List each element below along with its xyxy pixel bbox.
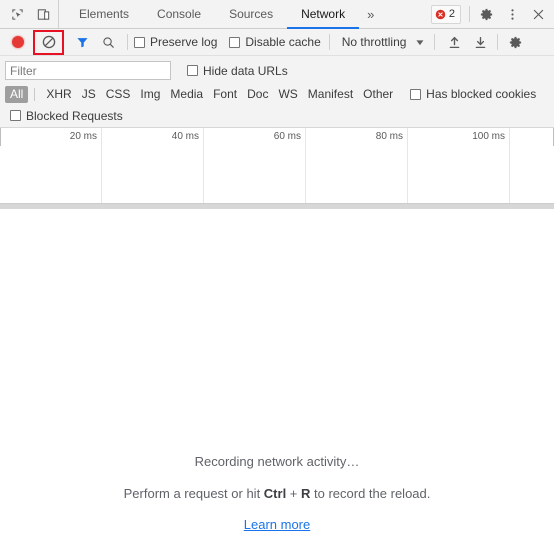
type-filter-xhr[interactable]: XHR (41, 86, 76, 103)
timeline-gridline-20ms (101, 128, 102, 203)
blocked-requests-checkbox[interactable]: Blocked Requests (10, 109, 123, 123)
type-filter-ws[interactable]: WS (273, 86, 302, 103)
import-har-icon[interactable] (441, 30, 467, 54)
type-filter-media[interactable]: Media (165, 86, 208, 103)
more-tabs-label: » (367, 6, 375, 22)
network-requests-panel: Recording network activity… Perform a re… (0, 209, 554, 536)
more-tabs-icon[interactable]: » (359, 0, 382, 28)
tabbar-left-tools (0, 0, 59, 28)
has-blocked-cookies-checkbox[interactable]: Has blocked cookies (410, 87, 536, 101)
clear-no-entry-icon (42, 35, 56, 49)
learn-more-link[interactable]: Learn more (0, 517, 554, 532)
timeline-tick-label-100ms: 100 ms (472, 131, 505, 142)
hint-plus: + (286, 486, 302, 501)
timeline-tick-label-40ms: 40 ms (171, 131, 199, 142)
timeline-gridline-80ms (407, 128, 408, 203)
tab-console-label: Console (157, 7, 202, 21)
type-filter-font[interactable]: Font (208, 86, 242, 103)
error-count-label: 2 (448, 7, 455, 20)
blocked-requests-row: Blocked Requests (5, 105, 549, 127)
hide-data-urls-label: Hide data URLs (203, 63, 288, 78)
timeline-tick-label-80ms: 80 ms (375, 131, 403, 142)
toolbar-divider-3 (434, 34, 436, 50)
export-har-icon[interactable] (467, 30, 493, 54)
devtools-more-menu-icon[interactable] (499, 2, 525, 26)
timeline-gridline-40ms (203, 128, 204, 203)
device-toolbar-icon[interactable] (30, 2, 56, 26)
toolbar-divider-2 (328, 34, 330, 50)
throttling-value: No throttling (341, 35, 407, 49)
search-icon[interactable] (95, 30, 121, 54)
clear-network-log-button[interactable] (33, 29, 65, 55)
blocked-requests-box (10, 110, 21, 121)
timeline-gridlines: 20 ms 40 ms 60 ms 80 ms 100 ms (0, 128, 554, 203)
hint-key-r: R (301, 486, 311, 501)
filter-toggle-icon[interactable] (69, 30, 95, 54)
tabbar-right-tools: 2 (430, 0, 554, 28)
network-timeline-overview[interactable]: 20 ms 40 ms 60 ms 80 ms 100 ms (0, 127, 554, 203)
tab-console[interactable]: Console (143, 0, 215, 28)
toolbar-divider-4 (497, 34, 499, 50)
error-count-badge[interactable]: 2 (430, 4, 461, 24)
disable-cache-box (229, 36, 241, 48)
type-filter-manifest[interactable]: Manifest (303, 86, 358, 103)
devtools-settings-gear-icon[interactable] (473, 2, 499, 26)
network-settings-gear-icon[interactable] (502, 30, 528, 54)
timeline-gridline-100ms (509, 128, 510, 203)
hide-data-urls-box (187, 65, 198, 76)
devtools-window: Elements Console Sources Network » 2 Pre… (0, 0, 554, 536)
disable-cache-checkbox[interactable]: Disable cache (229, 35, 321, 49)
chevron-down-icon: ▼ (414, 37, 427, 47)
devtools-tab-bar: Elements Console Sources Network » 2 (0, 0, 554, 29)
type-filter-js[interactable]: JS (77, 86, 101, 103)
empty-state-message: Recording network activity… Perform a re… (0, 454, 554, 532)
resource-type-filters: All XHR JS CSS Img Media Font Doc WS Man… (5, 83, 549, 105)
timeline-gridline-60ms (305, 128, 306, 203)
blocked-requests-label: Blocked Requests (26, 108, 123, 123)
tab-network-label: Network (301, 7, 346, 21)
record-network-log-button[interactable] (5, 30, 31, 54)
timeline-tick-label-60ms: 60 ms (273, 131, 301, 142)
type-filter-img[interactable]: Img (135, 86, 165, 103)
type-filter-doc[interactable]: Doc (242, 86, 273, 103)
hint-suffix: to record the reload. (310, 486, 431, 501)
network-toolbar: Preserve log Disable cache No throttling… (0, 29, 554, 56)
type-filter-other[interactable]: Other (358, 86, 398, 103)
filter-input[interactable] (5, 61, 171, 80)
preserve-log-label: Preserve log (150, 35, 218, 49)
tab-network[interactable]: Network (287, 0, 360, 29)
toolbar-divider-1 (127, 34, 128, 50)
has-blocked-cookies-label: Has blocked cookies (426, 87, 537, 101)
tab-sources-label: Sources (229, 7, 274, 21)
timeline-tick-label-20ms: 20 ms (69, 131, 97, 142)
tab-elements[interactable]: Elements (65, 0, 143, 28)
type-filter-divider (34, 87, 36, 101)
preserve-log-box (134, 36, 145, 48)
disable-cache-label: Disable cache (245, 35, 321, 49)
devtools-close-icon[interactable] (525, 2, 551, 26)
has-blocked-cookies-box (410, 88, 422, 100)
type-filter-all[interactable]: All (5, 85, 29, 103)
preserve-log-checkbox[interactable]: Preserve log (134, 35, 217, 49)
filter-row-input: Hide data URLs (5, 60, 549, 81)
hide-data-urls-checkbox[interactable]: Hide data URLs (187, 64, 288, 78)
record-stop-icon (12, 36, 24, 48)
network-filter-bar: Hide data URLs All XHR JS CSS Img Media … (0, 56, 554, 127)
type-filter-css[interactable]: CSS (101, 86, 136, 103)
hint-key-ctrl: Ctrl (263, 486, 287, 501)
recording-hint-text: Perform a request or hit Ctrl + R to rec… (0, 486, 554, 501)
tabbar-divider (469, 6, 470, 22)
panel-tabs: Elements Console Sources Network » (59, 0, 431, 29)
recording-status-text: Recording network activity… (194, 454, 360, 469)
tab-sources[interactable]: Sources (215, 0, 287, 28)
throttling-dropdown[interactable]: No throttling ▼ (338, 35, 429, 49)
hint-prefix: Perform a request or hit (123, 486, 264, 501)
timeline-left-edge (0, 128, 1, 146)
tab-elements-label: Elements (79, 7, 130, 21)
inspect-cursor-icon[interactable] (4, 2, 30, 26)
error-circle-icon (435, 9, 446, 19)
